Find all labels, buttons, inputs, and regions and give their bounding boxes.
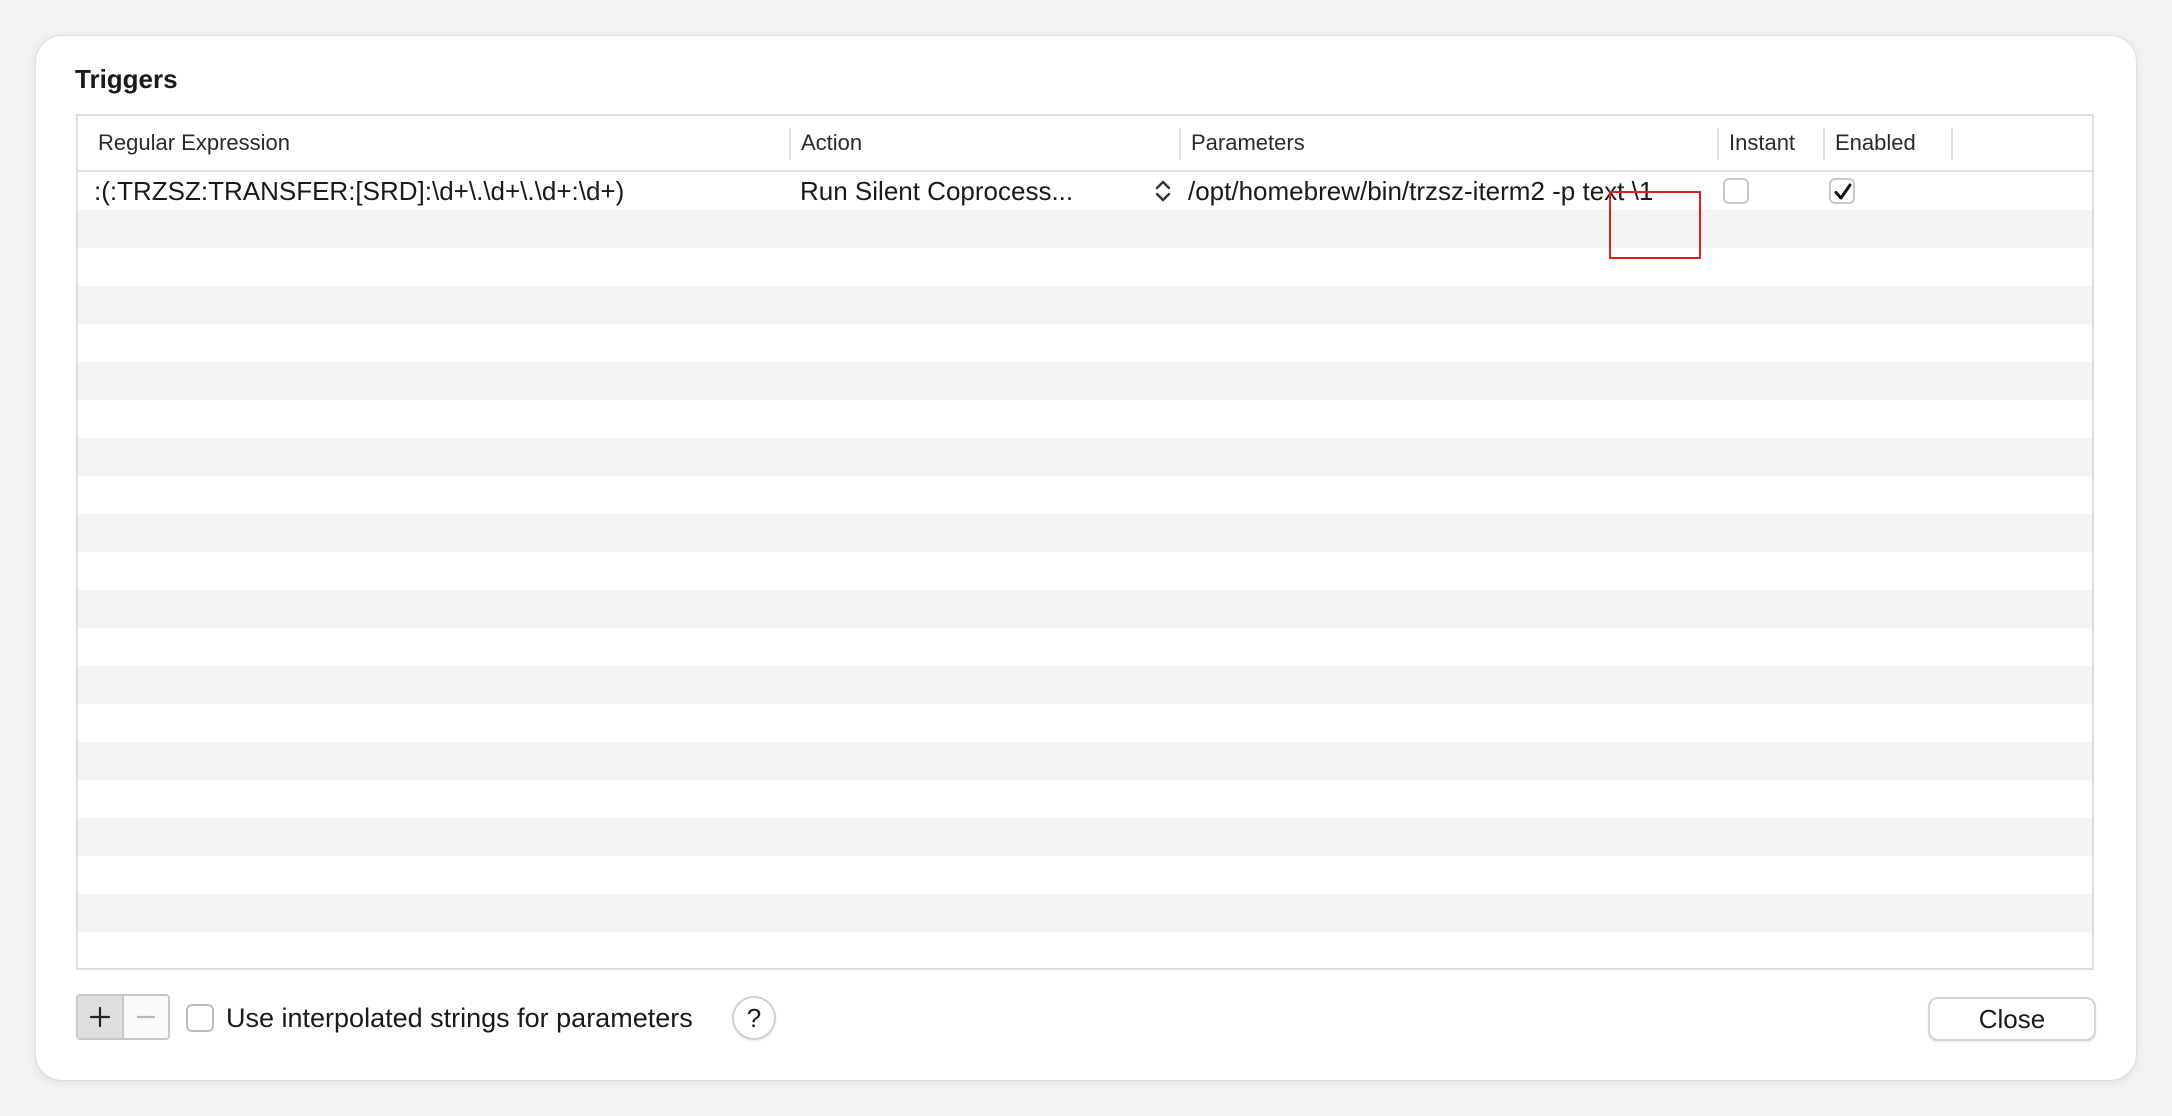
remove-trigger-button[interactable] — [124, 996, 168, 1038]
empty-row — [78, 476, 2092, 514]
empty-row — [78, 552, 2092, 590]
table-body: :(:TRZSZ:TRANSFER:[SRD]:\d+\.\d+\.\d+:\d… — [78, 172, 2092, 968]
plus-icon — [89, 1006, 111, 1028]
empty-row — [78, 780, 2092, 818]
empty-row — [78, 286, 2092, 324]
column-header-regular-expression[interactable]: Regular Expression — [78, 116, 788, 170]
minus-icon — [136, 1015, 156, 1019]
parameters-cell[interactable]: /opt/homebrew/bin/trzsz-iterm2 -p text \… — [1188, 172, 1653, 210]
empty-row — [78, 248, 2092, 286]
action-popup-label[interactable]: Run Silent Coprocess... — [800, 172, 1073, 210]
empty-row — [78, 210, 2092, 248]
empty-row — [78, 324, 2092, 362]
empty-row — [78, 400, 2092, 438]
column-header-action[interactable]: Action — [791, 116, 1179, 170]
add-trigger-button[interactable] — [78, 996, 124, 1038]
column-header-instant[interactable]: Instant — [1719, 116, 1823, 170]
sheet-title: Triggers — [75, 64, 178, 94]
empty-row — [78, 362, 2092, 400]
updown-chevron-icon[interactable] — [1154, 178, 1172, 204]
triggers-sheet: Triggers Regular Expression Action Param… — [36, 36, 2136, 1080]
checkmark-icon — [1834, 183, 1852, 200]
empty-row — [78, 856, 2092, 894]
parameter-highlight-box — [1609, 191, 1701, 259]
empty-row — [78, 590, 2092, 628]
empty-row — [78, 894, 2092, 932]
empty-row — [78, 818, 2092, 856]
empty-row — [78, 932, 2092, 968]
interpolated-strings-label[interactable]: Use interpolated strings for parameters — [226, 998, 693, 1038]
regex-cell[interactable]: :(:TRZSZ:TRANSFER:[SRD]:\d+\.\d+\.\d+:\d… — [94, 172, 624, 210]
table-row[interactable]: :(:TRZSZ:TRANSFER:[SRD]:\d+\.\d+\.\d+:\d… — [78, 172, 2092, 210]
column-divider[interactable] — [1951, 128, 1953, 160]
add-remove-segmented-control — [76, 994, 170, 1040]
interpolated-strings-checkbox[interactable] — [186, 1004, 214, 1032]
instant-checkbox[interactable] — [1723, 178, 1749, 204]
column-header-parameters[interactable]: Parameters — [1181, 116, 1717, 170]
triggers-table[interactable]: Regular Expression Action Parameters Ins… — [76, 114, 2094, 970]
help-button[interactable]: ? — [732, 996, 776, 1040]
close-button[interactable]: Close — [1928, 997, 2096, 1041]
table-header: Regular Expression Action Parameters Ins… — [78, 116, 2092, 172]
empty-row — [78, 704, 2092, 742]
empty-row — [78, 628, 2092, 666]
empty-row — [78, 666, 2092, 704]
empty-row — [78, 438, 2092, 476]
enabled-checkbox[interactable] — [1829, 178, 1855, 204]
empty-row — [78, 742, 2092, 780]
empty-row — [78, 514, 2092, 552]
column-header-enabled[interactable]: Enabled — [1825, 116, 1951, 170]
